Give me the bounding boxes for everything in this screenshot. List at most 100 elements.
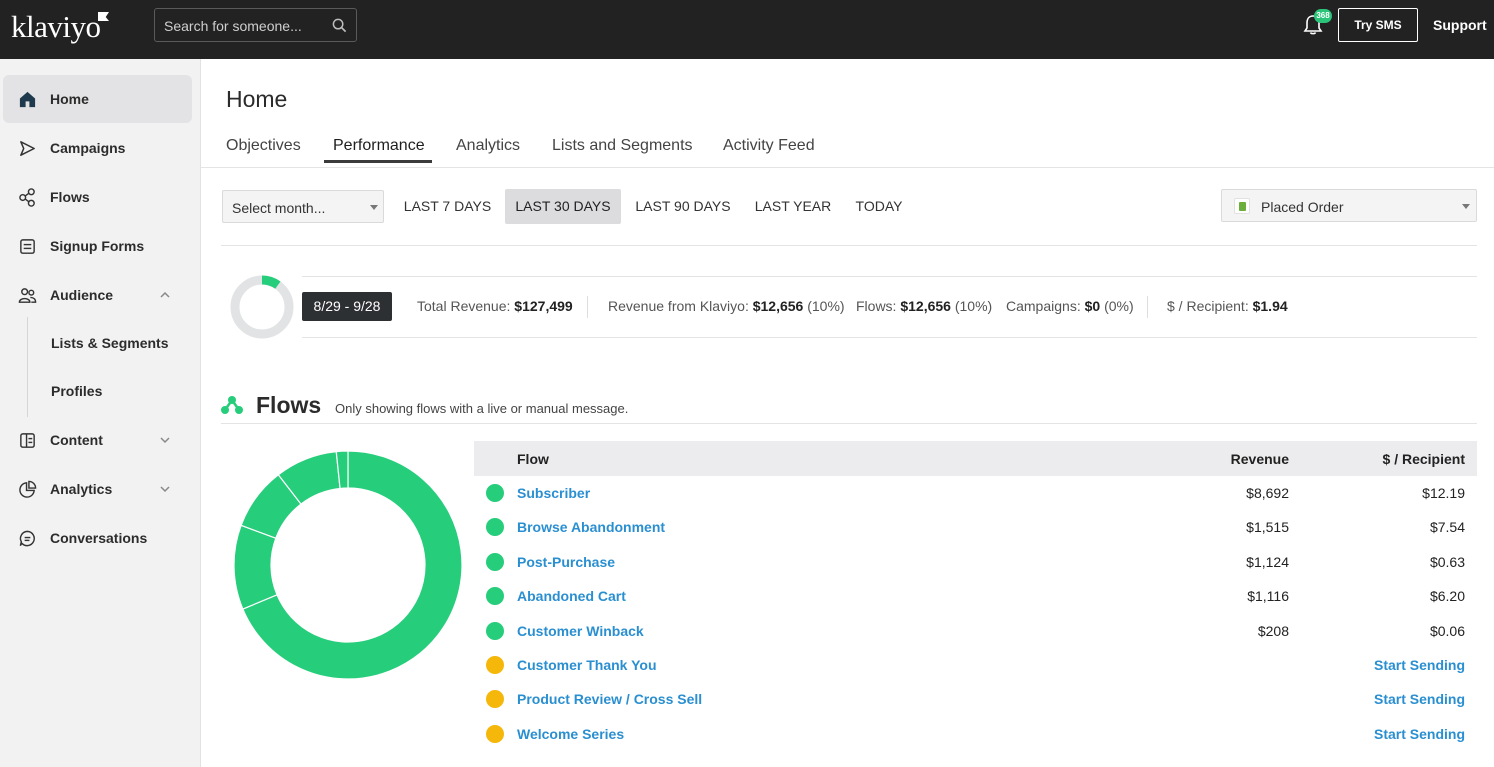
start-sending-link[interactable]: Start Sending (1374, 657, 1465, 673)
flow-name-link[interactable]: Abandoned Cart (517, 588, 626, 604)
active-tab-indicator (324, 160, 432, 163)
stat-label: $ / Recipient: (1167, 298, 1249, 314)
table-row[interactable]: Product Review / Cross Sell Start Sending (474, 682, 1477, 716)
support-link[interactable]: Support (1433, 17, 1487, 33)
flow-name-link[interactable]: Post-Purchase (517, 554, 615, 570)
sidebar-item-signup-forms[interactable]: Signup Forms (3, 222, 192, 270)
sidebar-item-label: Flows (50, 189, 90, 205)
sidebar-item-campaigns[interactable]: Campaigns (3, 124, 192, 172)
stat-total-revenue: Total Revenue: $127,499 (417, 298, 573, 314)
sidebar-item-analytics[interactable]: Analytics (3, 465, 192, 513)
range-last-30-days[interactable]: LAST 30 DAYS (505, 189, 621, 224)
date-range-badge: 8/29 - 9/28 (302, 292, 392, 321)
sidebar-item-flows[interactable]: Flows (3, 173, 192, 221)
tab-analytics[interactable]: Analytics (456, 137, 520, 155)
status-dot (486, 622, 504, 640)
try-sms-button[interactable]: Try SMS (1338, 8, 1418, 42)
page-title: Home (226, 86, 288, 112)
column-header-per-recipient[interactable]: $ / Recipient (1383, 451, 1465, 467)
table-row[interactable]: Abandoned Cart $1,116 $6.20 (474, 579, 1477, 613)
status-dot (486, 690, 504, 708)
sidebar-subitem-profiles[interactable]: Profiles (51, 383, 102, 399)
donut-track (230, 275, 294, 339)
flow-per-recipient: $0.06 (1429, 623, 1465, 639)
table-row[interactable]: Browse Abandonment $1,515 $7.54 (474, 510, 1477, 544)
column-header-flow[interactable]: Flow (517, 451, 549, 467)
search-input[interactable] (164, 16, 324, 36)
stat-label: Campaigns: (1006, 298, 1081, 314)
flow-revenue: $1,124 (1246, 554, 1289, 570)
sidebar-item-label: Home (50, 91, 89, 107)
audience-icon (18, 288, 37, 303)
content-icon (20, 433, 35, 448)
submenu-line (27, 317, 28, 417)
search-icon[interactable] (332, 18, 347, 33)
home-icon (19, 91, 36, 108)
flow-name-link[interactable]: Welcome Series (517, 726, 624, 742)
status-dot (486, 656, 504, 674)
metric-select[interactable]: Placed Order (1221, 189, 1477, 222)
flow-name-link[interactable]: Product Review / Cross Sell (517, 691, 702, 707)
stat-value: $127,499 (514, 298, 573, 314)
sidebar-item-content[interactable]: Content (3, 416, 192, 464)
tab-activity-feed[interactable]: Activity Feed (723, 137, 815, 155)
range-today[interactable]: TODAY (849, 189, 909, 224)
start-sending-link[interactable]: Start Sending (1374, 691, 1465, 707)
stat-value: $1.94 (1252, 298, 1288, 314)
sidebar-item-label: Analytics (50, 481, 113, 497)
divider (302, 337, 1477, 338)
flow-name-link[interactable]: Customer Winback (517, 623, 644, 639)
column-header-revenue[interactable]: Revenue (1231, 451, 1289, 467)
divider (221, 245, 1477, 246)
tab-performance[interactable]: Performance (333, 137, 425, 155)
flows-note: Only showing flows with a live or manual… (335, 401, 629, 416)
stat-value: $12,656 (900, 298, 951, 314)
stat-label: Revenue from Klaviyo: (608, 298, 749, 314)
sidebar-item-audience[interactable]: Audience (3, 271, 192, 319)
stat-klaviyo-revenue: Revenue from Klaviyo: $12,656 (10%) (608, 298, 845, 314)
status-dot (486, 553, 504, 571)
range-last-90-days[interactable]: LAST 90 DAYS (629, 189, 737, 224)
sidebar-subitem-lists-segments[interactable]: Lists & Segments (51, 335, 168, 351)
separator (1147, 296, 1148, 318)
sidebar-item-conversations[interactable]: Conversations (3, 514, 192, 562)
flow-per-recipient: $7.54 (1429, 519, 1465, 535)
flow-name-link[interactable]: Customer Thank You (517, 657, 657, 673)
stat-value: $12,656 (752, 298, 804, 314)
search-box[interactable] (154, 8, 357, 42)
flow-per-recipient: $6.20 (1429, 588, 1465, 604)
stat-flows: Flows: $12,656 (10%) (856, 298, 992, 314)
start-sending-link[interactable]: Start Sending (1374, 726, 1465, 742)
flows-table-header: Flow Revenue $ / Recipient (474, 441, 1477, 476)
range-last-7-days[interactable]: LAST 7 DAYS (398, 189, 497, 224)
sidebar-item-home[interactable]: Home (3, 75, 192, 123)
top-bar: klaviyo 368 Try SMS Support (0, 0, 1494, 59)
table-row[interactable]: Customer Winback $208 $0.06 (474, 614, 1477, 648)
shopify-icon (1234, 198, 1250, 214)
separator (587, 296, 588, 318)
chevron-down-icon[interactable] (159, 434, 171, 446)
flow-revenue: $1,515 (1246, 519, 1289, 535)
table-row[interactable]: Customer Thank You Start Sending (474, 648, 1477, 682)
table-row[interactable]: Post-Purchase $1,124 $0.63 (474, 545, 1477, 579)
flows-title: Flows (256, 392, 322, 418)
stat-per-recipient: $ / Recipient: $1.94 (1167, 298, 1288, 314)
flow-name-link[interactable]: Subscriber (517, 485, 590, 501)
range-last-year[interactable]: LAST YEAR (749, 189, 837, 224)
flow-name-link[interactable]: Browse Abandonment (517, 519, 665, 535)
chevron-down-icon[interactable] (159, 483, 171, 495)
sidebar-item-label: Content (50, 432, 103, 448)
tab-lists-and-segments[interactable]: Lists and Segments (552, 137, 693, 155)
stat-label: Flows: (856, 298, 897, 314)
chat-icon (19, 530, 35, 547)
flow-per-recipient: $12.19 (1422, 485, 1465, 501)
chevron-up-icon[interactable] (159, 289, 171, 301)
table-row[interactable]: Welcome Series Start Sending (474, 717, 1477, 751)
flows-section-icon (221, 396, 243, 414)
donut-slice[interactable] (234, 524, 278, 610)
tab-objectives[interactable]: Objectives (226, 137, 301, 155)
table-row[interactable]: Subscriber $8,692 $12.19 (474, 476, 1477, 510)
divider (302, 276, 1477, 277)
klaviyo-logo[interactable]: klaviyo (11, 9, 101, 45)
month-select[interactable]: Select month... (222, 190, 384, 223)
